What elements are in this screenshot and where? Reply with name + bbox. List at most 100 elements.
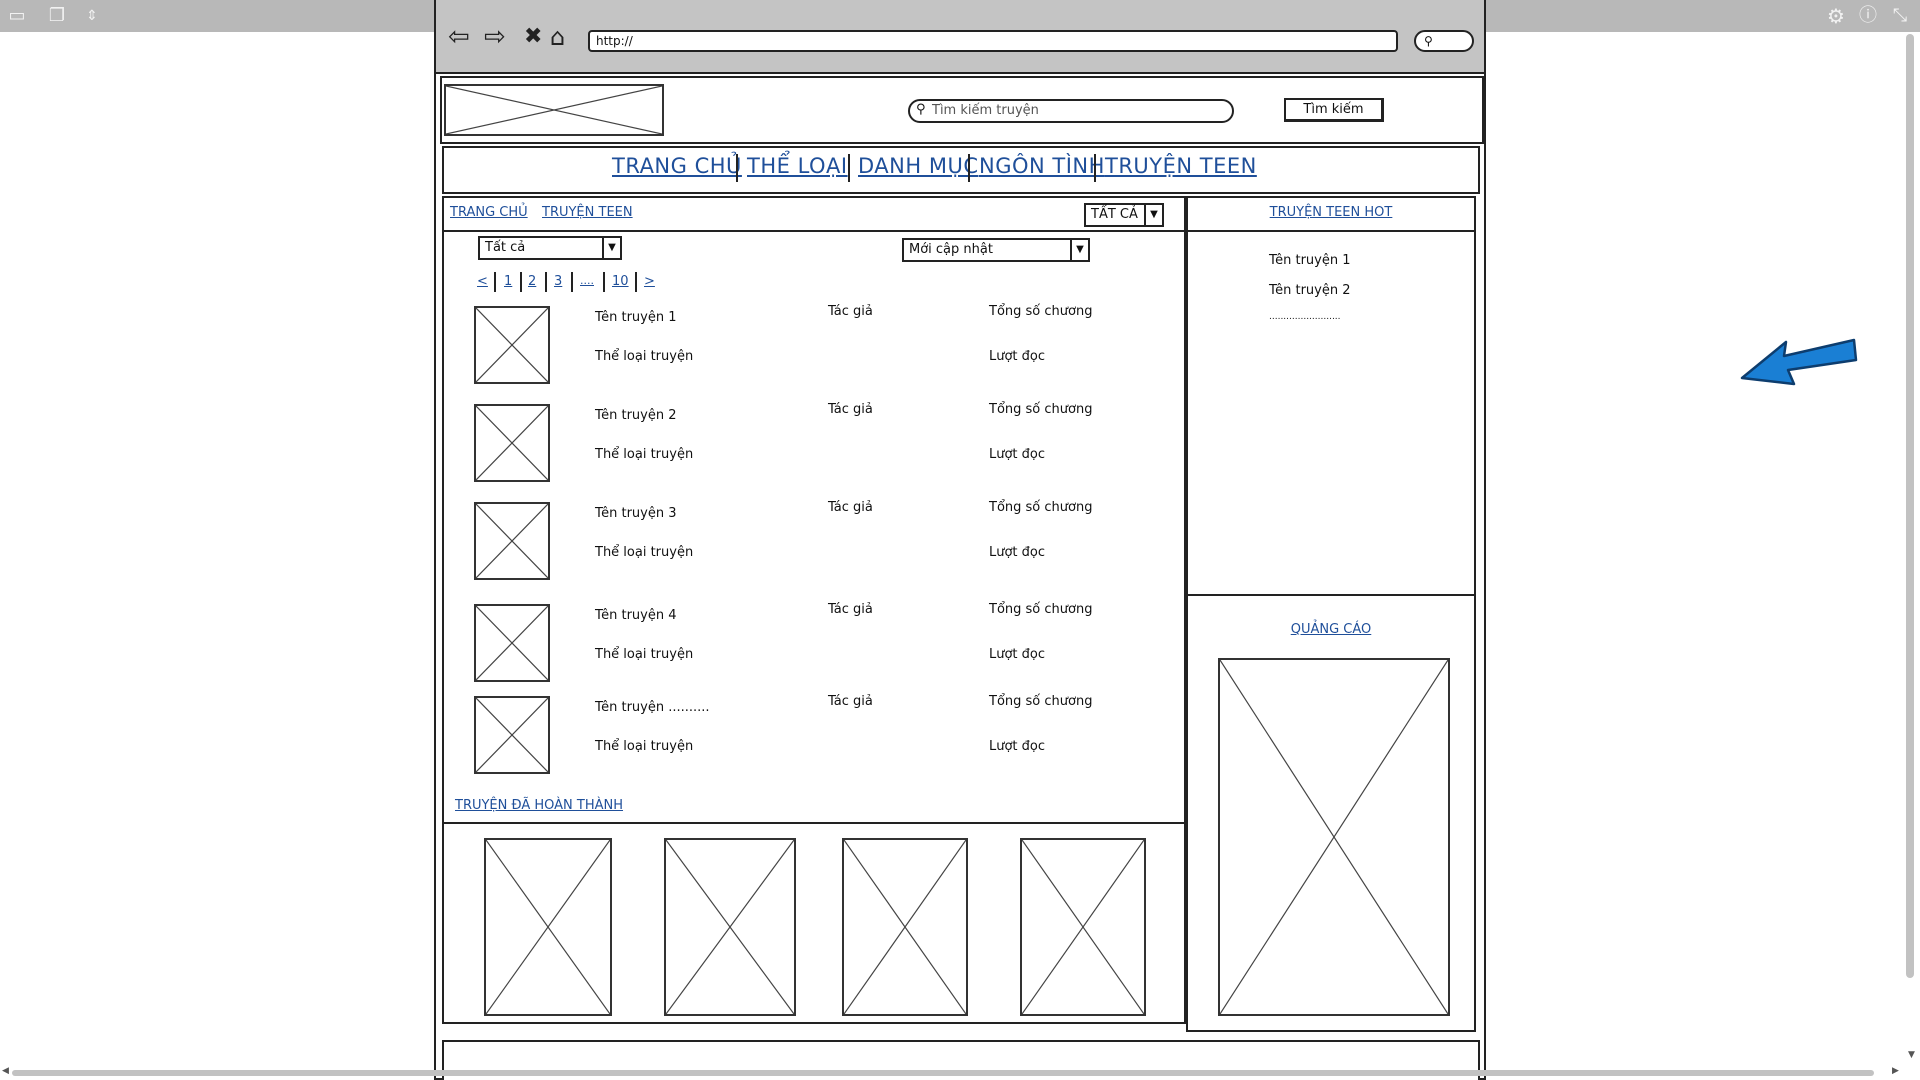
hot-item[interactable]: Tên truyện 2 [1269, 283, 1351, 298]
nav-divider [1094, 154, 1096, 182]
pagination-page[interactable]: 3 [554, 274, 562, 289]
top-filter-select[interactable]: TẤT CẢ ▼ [1084, 203, 1164, 227]
completed-story-cover[interactable] [664, 838, 796, 1016]
pagination-divider [571, 272, 573, 292]
nav-divider [736, 154, 738, 182]
pagination-page[interactable]: 2 [528, 274, 536, 289]
arrow-left-icon [1740, 338, 1858, 386]
horizontal-scrollbar[interactable] [12, 1070, 1874, 1076]
story-genre: Thể loại truyện [595, 447, 694, 462]
vertical-scrollbar[interactable] [1906, 34, 1914, 978]
story-chapters: Tổng số chương [989, 304, 1093, 319]
hot-item-more: ......................... [1269, 312, 1341, 322]
site-search-input[interactable]: ⚲ Tìm kiếm truyện [908, 99, 1234, 123]
story-cover-placeholder[interactable] [474, 404, 550, 482]
nav-divider [968, 154, 970, 182]
story-name[interactable]: Tên truyện 2 [595, 408, 677, 423]
story-views: Lượt đọc [989, 739, 1046, 754]
sidebar-hot-divider [1186, 230, 1476, 232]
story-chapters: Tổng số chương [989, 602, 1093, 617]
chevron-down-icon: ▼ [1144, 205, 1162, 225]
close-icon[interactable]: ✖ [524, 22, 542, 52]
pagination-divider [545, 272, 547, 292]
top-filter-value: TẤT CẢ [1091, 207, 1138, 222]
nav-item-home[interactable]: TRANG CHỦ [612, 154, 742, 178]
window-icon[interactable]: ▭ [6, 0, 28, 32]
nav-item-teen[interactable]: TRUYỆN TEEN [1105, 154, 1257, 178]
sort-select-value: Mới cập nhật [909, 242, 993, 257]
back-arrow-icon[interactable]: ⇦ [448, 22, 470, 52]
completed-story-cover[interactable] [842, 838, 968, 1016]
nav-divider [848, 154, 850, 182]
story-views: Lượt đọc [989, 647, 1046, 662]
scroll-right-icon[interactable]: ▶ [1892, 1066, 1899, 1076]
story-cover-placeholder[interactable] [474, 604, 550, 682]
completed-story-cover[interactable] [484, 838, 612, 1016]
pagination-next[interactable]: > [644, 274, 655, 289]
ad-image-placeholder[interactable] [1218, 658, 1450, 1016]
forward-arrow-icon[interactable]: ⇨ [484, 22, 506, 52]
gear-icon[interactable]: ⚙ [1824, 0, 1848, 32]
story-views: Lượt đọc [989, 447, 1046, 462]
story-author: Tác giả [828, 500, 873, 515]
story-genre: Thể loại truyện [595, 545, 694, 560]
chevron-down-icon: ▼ [1070, 240, 1088, 260]
nav-item-romance[interactable]: NGÔN TÌNH [979, 154, 1105, 178]
story-views: Lượt đọc [989, 545, 1046, 560]
story-name[interactable]: Tên truyện 4 [595, 608, 677, 623]
completed-story-cover[interactable] [1020, 838, 1146, 1016]
home-icon[interactable]: ⌂ [550, 22, 565, 52]
url-field[interactable]: http:// [588, 30, 1398, 52]
scroll-down-icon[interactable]: ▼ [1908, 1050, 1915, 1060]
story-author: Tác giả [828, 602, 873, 617]
story-cover-placeholder[interactable] [474, 696, 550, 774]
pagination-prev[interactable]: < [477, 274, 488, 289]
ad-title[interactable]: QUẢNG CÁO [1186, 622, 1476, 637]
completed-divider [442, 822, 1186, 824]
search-icon: ⚲ [916, 102, 926, 117]
search-icon: ⚲ [1424, 34, 1433, 48]
scroll-left-icon[interactable]: ◀ [2, 1066, 9, 1076]
story-name[interactable]: Tên truyện .......... [595, 700, 710, 715]
sidebar-ad-divider [1186, 594, 1476, 596]
browser-search-field[interactable]: ⚲ [1414, 30, 1474, 52]
pages-icon[interactable]: ❐ [46, 0, 68, 32]
story-genre: Thể loại truyện [595, 349, 694, 364]
breadcrumb-home[interactable]: TRANG CHỦ [450, 205, 528, 220]
chevron-down-icon: ▼ [602, 238, 620, 258]
hot-title[interactable]: TRUYỆN TEEN HOT [1186, 205, 1476, 220]
story-genre: Thể loại truyện [595, 647, 694, 662]
story-name[interactable]: Tên truyện 3 [595, 506, 677, 521]
collapse-icon[interactable]: ⤡ [1888, 0, 1912, 32]
story-author: Tác giả [828, 304, 873, 319]
pagination-divider [635, 272, 637, 292]
story-name[interactable]: Tên truyện 1 [595, 310, 677, 325]
pagination-page[interactable]: 10 [612, 274, 629, 289]
pagination-ellipsis[interactable]: .... [580, 274, 594, 287]
story-chapters: Tổng số chương [989, 500, 1093, 515]
story-author: Tác giả [828, 694, 873, 709]
hot-item[interactable]: Tên truyện 1 [1269, 253, 1351, 268]
nav-item-categories[interactable]: DANH MỤC [858, 154, 979, 178]
story-cover-placeholder[interactable] [474, 502, 550, 580]
breadcrumb-divider [442, 230, 1186, 232]
sort-select[interactable]: Mới cập nhật ▼ [902, 238, 1090, 262]
search-placeholder: Tìm kiếm truyện [932, 103, 1039, 118]
completed-title[interactable]: TRUYỆN ĐÃ HOÀN THÀNH [455, 798, 623, 813]
story-chapters: Tổng số chương [989, 694, 1093, 709]
pagination-divider [494, 272, 496, 292]
search-button[interactable]: Tìm kiếm [1284, 98, 1384, 122]
story-author: Tác giả [828, 402, 873, 417]
story-views: Lượt đọc [989, 349, 1046, 364]
story-genre: Thể loại truyện [595, 739, 694, 754]
breadcrumb-teen[interactable]: TRUYỆN TEEN [542, 205, 633, 220]
pagination-page[interactable]: 1 [504, 274, 512, 289]
story-cover-placeholder[interactable] [474, 306, 550, 384]
nav-item-genres[interactable]: THỂ LOẠI [747, 154, 848, 178]
category-select[interactable]: Tất cả ▼ [478, 236, 622, 260]
category-select-value: Tất cả [485, 240, 526, 255]
logo-placeholder [444, 84, 664, 136]
info-icon[interactable]: ⓘ [1856, 0, 1880, 32]
sort-arrows-icon[interactable]: ⇕ [82, 0, 102, 32]
pagination-divider [603, 272, 605, 292]
